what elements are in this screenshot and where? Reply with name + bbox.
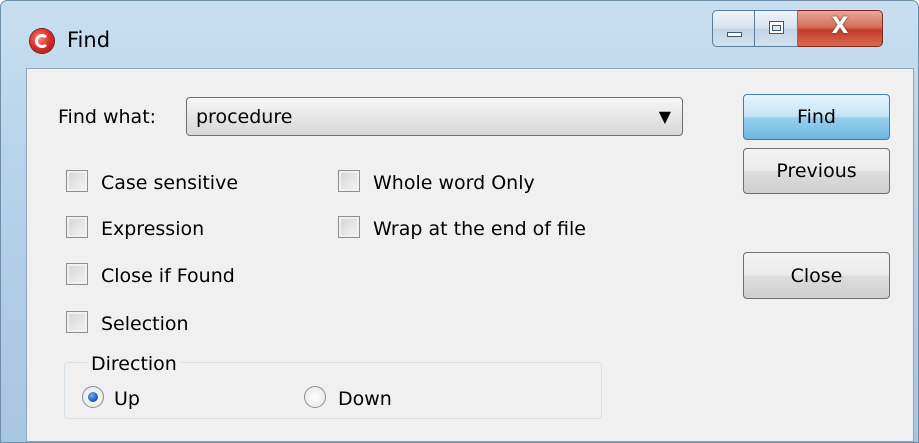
minimize-button[interactable]: [712, 10, 755, 47]
selection-checkbox[interactable]: [66, 311, 88, 333]
wrap-at-end-checkbox[interactable]: [338, 216, 360, 238]
direction-up-label[interactable]: Up: [114, 388, 140, 410]
caption-buttons: X: [712, 10, 917, 49]
close-button[interactable]: Close: [743, 252, 890, 299]
app-logo-icon: [30, 29, 54, 53]
whole-word-only-label[interactable]: Whole word Only: [373, 172, 535, 194]
expression-label[interactable]: Expression: [101, 218, 204, 240]
close-icon: X: [831, 14, 849, 39]
expression-checkbox[interactable]: [66, 216, 88, 238]
selection-label[interactable]: Selection: [101, 313, 189, 335]
find-what-label: Find what:: [58, 106, 157, 128]
dropdown-arrow-icon[interactable]: ▼: [659, 107, 671, 126]
close-if-found-label[interactable]: Close if Found: [101, 265, 235, 287]
title-bar[interactable]: Find X: [1, 1, 918, 63]
whole-word-only-checkbox[interactable]: [338, 170, 360, 192]
close-if-found-checkbox[interactable]: [66, 263, 88, 285]
case-sensitive-checkbox[interactable]: [66, 170, 88, 192]
minimize-icon: [727, 32, 742, 37]
direction-up-radio[interactable]: [82, 386, 104, 408]
direction-legend: Direction: [87, 353, 181, 375]
wrap-at-end-label[interactable]: Wrap at the end of file: [373, 218, 586, 240]
case-sensitive-label[interactable]: Case sensitive: [101, 172, 238, 194]
maximize-icon: [769, 21, 784, 34]
find-button[interactable]: Find: [743, 94, 890, 140]
previous-button[interactable]: Previous: [743, 148, 890, 194]
maximize-button[interactable]: [755, 10, 798, 47]
find-what-value[interactable]: procedure: [196, 106, 292, 128]
window-title: Find: [67, 28, 111, 52]
close-window-button[interactable]: X: [798, 10, 883, 47]
find-what-combobox[interactable]: procedure ▼: [186, 97, 683, 136]
direction-down-radio[interactable]: [304, 386, 326, 408]
direction-down-label[interactable]: Down: [338, 388, 392, 410]
